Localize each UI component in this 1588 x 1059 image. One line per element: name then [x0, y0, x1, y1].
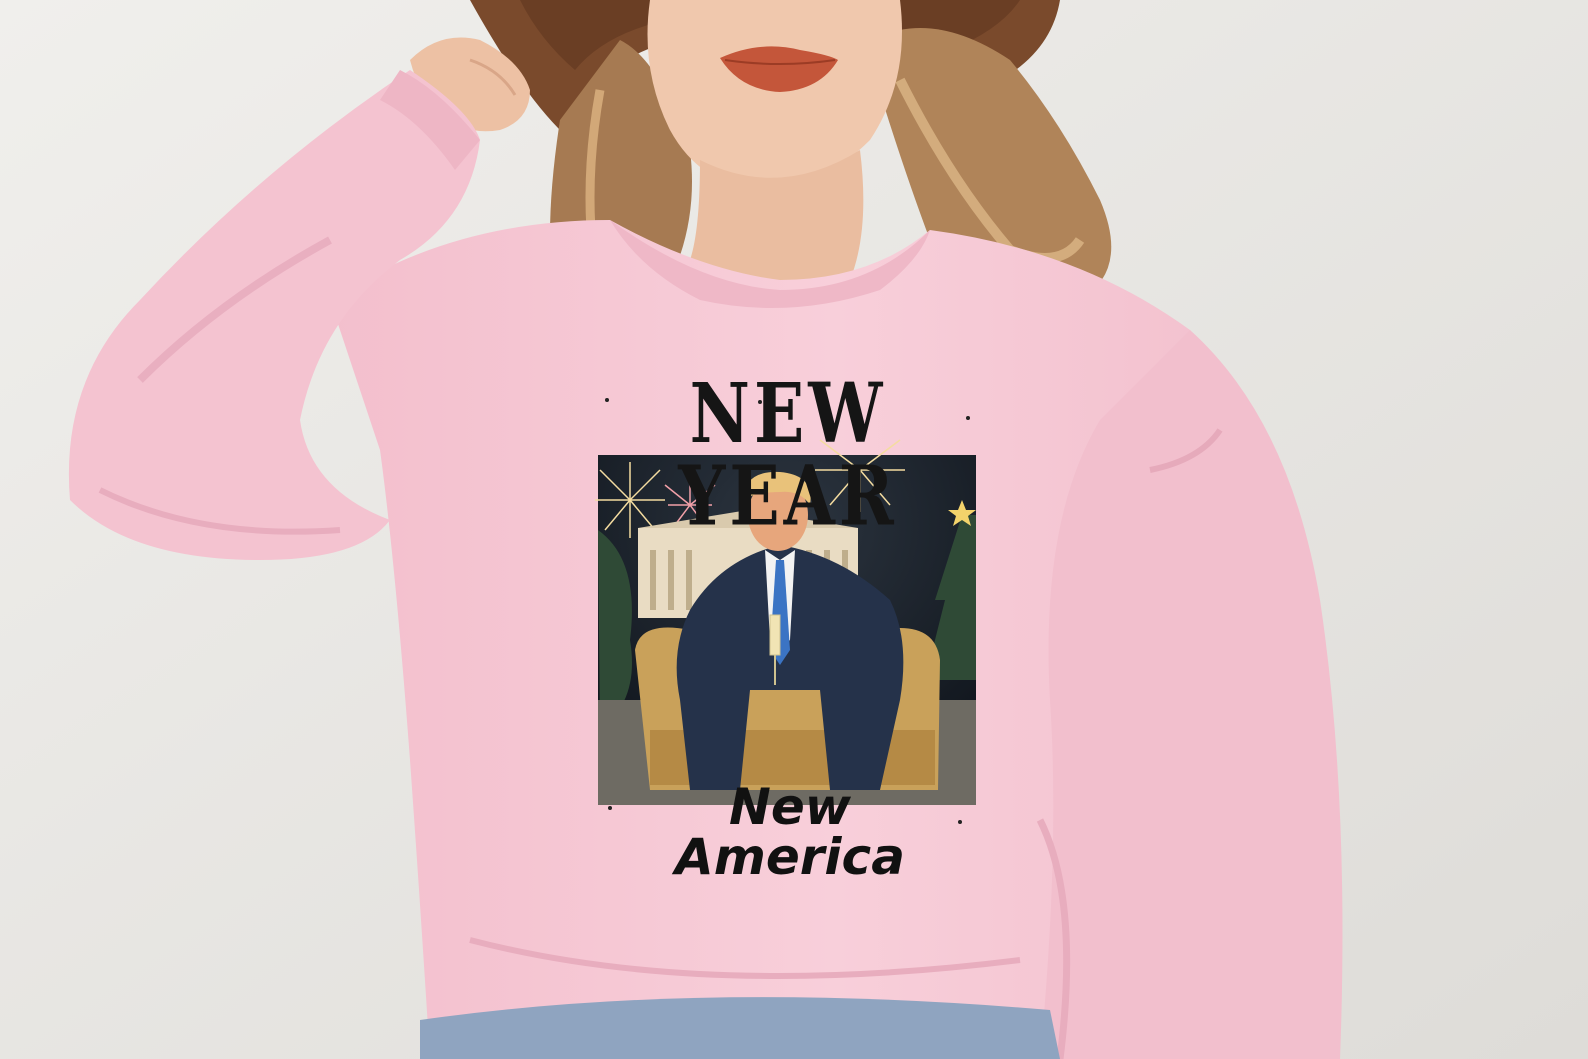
champagne-glass	[769, 614, 781, 656]
print-title: NEW YEAR	[678, 364, 898, 545]
print-subtitle: New America	[675, 778, 905, 886]
